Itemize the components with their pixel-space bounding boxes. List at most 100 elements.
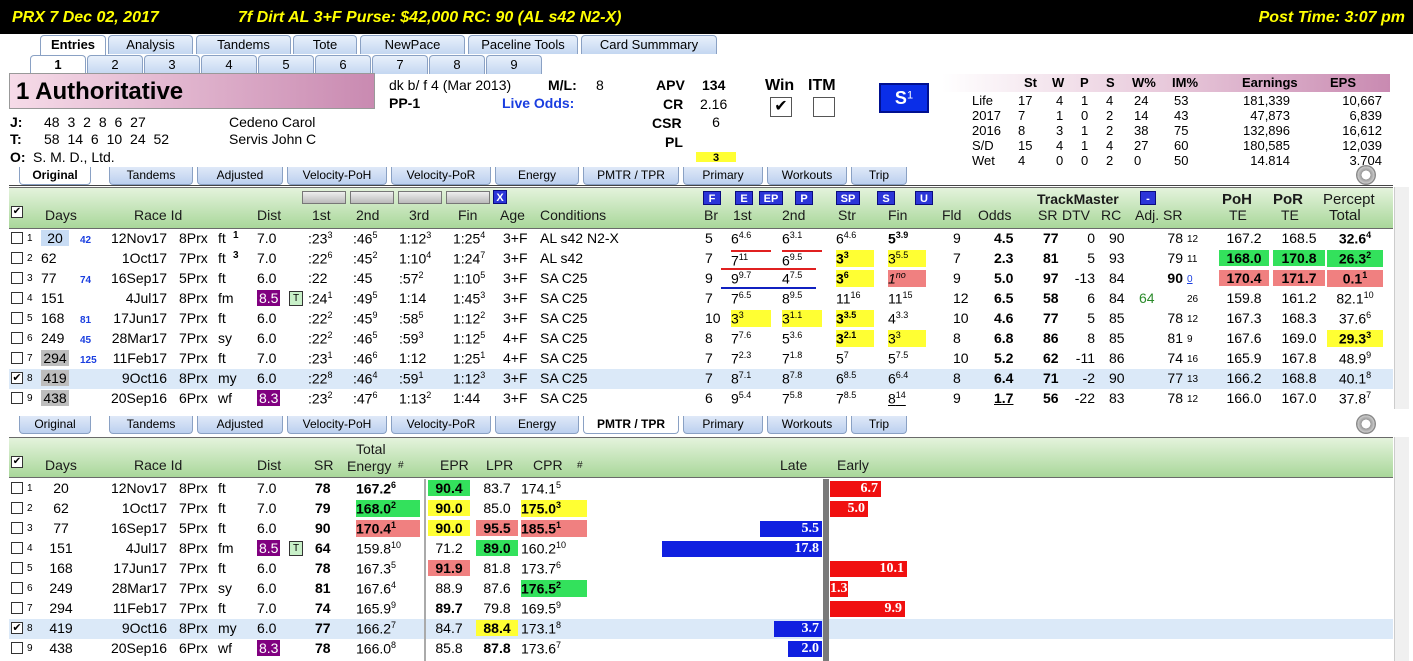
row-checkbox[interactable] bbox=[11, 292, 23, 304]
sort-fin-button[interactable] bbox=[446, 191, 490, 204]
lower-row-2[interactable]: 2 62 1Oct17 7Prx ft 7.0 79 168.02 90.0 85.0 175.03… bbox=[9, 499, 1393, 519]
subtab-velocity-poh[interactable]: Velocity-PoH bbox=[287, 167, 387, 185]
row-checkbox[interactable] bbox=[11, 312, 23, 324]
horse-tab-2[interactable]: 2 bbox=[87, 55, 143, 74]
row-checkbox[interactable] bbox=[11, 502, 23, 514]
row-checkbox[interactable] bbox=[11, 232, 23, 244]
subtab-workouts[interactable]: Workouts bbox=[767, 167, 847, 185]
u-button[interactable]: U bbox=[915, 191, 933, 205]
itm-checkbox[interactable] bbox=[813, 97, 835, 117]
sort-1st-button[interactable] bbox=[302, 191, 346, 204]
main-tab-newpace[interactable]: NewPace bbox=[360, 35, 465, 54]
lower-scrollbar[interactable] bbox=[1394, 437, 1409, 661]
sort-3rd-button[interactable] bbox=[398, 191, 442, 204]
subtab-pmtr-tpr[interactable]: PMTR / TPR bbox=[583, 167, 679, 185]
upper-row-9[interactable]: 9 438 20Sep16 6Prx wf 8.3:232:476 1:132 1:44 3+F… bbox=[9, 389, 1393, 409]
subtab-adjusted[interactable]: Adjusted bbox=[197, 416, 283, 434]
horse-tab-6[interactable]: 6 bbox=[315, 55, 371, 74]
row-checkbox[interactable]: ✔ bbox=[11, 372, 23, 384]
horse-tab-8[interactable]: 8 bbox=[429, 55, 485, 74]
minus-button[interactable]: - bbox=[1140, 191, 1156, 205]
lower-row-4[interactable]: 4 151 4Jul17 8Prx fm 8.5 T 64 159.810 71.2 89.0 160… bbox=[9, 539, 1393, 559]
row-checkbox[interactable]: ✔ bbox=[11, 622, 23, 634]
main-tab-entries[interactable]: Entries bbox=[40, 35, 106, 55]
main-tab-analysis[interactable]: Analysis bbox=[108, 35, 193, 54]
main-tab-tote[interactable]: Tote bbox=[293, 35, 357, 54]
e-button[interactable]: E bbox=[735, 191, 753, 205]
row-checkbox[interactable] bbox=[11, 522, 23, 534]
subtab-pmtr-tpr[interactable]: PMTR / TPR bbox=[583, 416, 679, 434]
lower-row-6[interactable]: 6 249 28Mar17 7Prx sy 6.0 81 167.64 88.9 87.6 176.… bbox=[9, 579, 1393, 599]
subtab-tandems[interactable]: Tandems bbox=[109, 167, 193, 185]
upper-row-5[interactable]: 5 168 81 17Jun17 7Prx ft 6.0:222:459:585 1:122 3… bbox=[9, 309, 1393, 329]
horse-tab-3[interactable]: 3 bbox=[144, 55, 200, 74]
horse-tab-9[interactable]: 9 bbox=[486, 55, 542, 74]
upper-row-3[interactable]: 3 77 74 16Sep17 5Prx ft 6.0:22:45:572 1:105 3+F S… bbox=[9, 269, 1393, 289]
subtab-original[interactable]: Original bbox=[19, 167, 91, 185]
row-checkbox[interactable] bbox=[11, 562, 23, 574]
lower-row-3[interactable]: 3 77 16Sep17 5Prx ft 6.0 90 170.41 90.0 95.5 185.5… bbox=[9, 519, 1393, 539]
sp-button[interactable]: SP bbox=[836, 191, 860, 205]
subtab-energy[interactable]: Energy bbox=[495, 416, 579, 434]
main-tab-paceline-tools[interactable]: Paceline Tools bbox=[468, 35, 578, 54]
row-checkbox[interactable] bbox=[11, 642, 23, 654]
row-checkbox[interactable] bbox=[11, 272, 23, 284]
horse-tab-7[interactable]: 7 bbox=[372, 55, 428, 74]
horse-tab-4[interactable]: 4 bbox=[201, 55, 257, 74]
s-badge-button[interactable]: S1 bbox=[879, 83, 929, 113]
select-all-checkbox[interactable]: ✔ bbox=[11, 456, 23, 468]
subtab-velocity-por[interactable]: Velocity-PoR bbox=[391, 416, 491, 434]
row-checkbox[interactable] bbox=[11, 582, 23, 594]
main-tab-tandems[interactable]: Tandems bbox=[196, 35, 291, 54]
subtab-energy[interactable]: Energy bbox=[495, 167, 579, 185]
main-tab-card-summmary[interactable]: Card Summmary bbox=[581, 35, 717, 54]
lower-row-1[interactable]: 1 20 12Nov17 8Prx ft 7.0 78 167.26 90.4 83.7 174.1… bbox=[9, 479, 1393, 499]
select-all-checkbox[interactable]: ✔ bbox=[11, 206, 23, 218]
upper-row-8[interactable]: ✔ 8 419 9Oct16 8Prx my 6.0:228:464:591 1:123 3+F… bbox=[9, 369, 1393, 389]
subtab-workouts[interactable]: Workouts bbox=[767, 416, 847, 434]
subtab-tandems[interactable]: Tandems bbox=[109, 416, 193, 434]
ep-button[interactable]: EP bbox=[759, 191, 783, 205]
subtab-velocity-poh[interactable]: Velocity-PoH bbox=[287, 416, 387, 434]
days-gap: 42 bbox=[80, 235, 91, 246]
row-checkbox[interactable] bbox=[11, 332, 23, 344]
row-checkbox[interactable] bbox=[11, 482, 23, 494]
upper-row-7[interactable]: 7 294 125 11Feb17 7Prx ft 7.0:231:466 1:12 1:251… bbox=[9, 349, 1393, 369]
horse-tab-1[interactable]: 1 bbox=[30, 55, 86, 75]
row-checkbox[interactable] bbox=[11, 542, 23, 554]
sort-2nd-button[interactable] bbox=[350, 191, 394, 204]
upper-row-1[interactable]: 1 20 42 12Nov17 8Prx ft 1 7.0:233:465 1:123 1:254… bbox=[9, 229, 1393, 249]
upper-row-4[interactable]: 4 151 4Jul17 8Prx fm 8.5 T:241:495 1:14 1:453 3+F… bbox=[9, 289, 1393, 309]
lower-row-9[interactable]: 9 438 20Sep16 6Prx wf 8.3 78 166.08 85.8 87.8 173.… bbox=[9, 639, 1393, 659]
subtab-trip[interactable]: Trip bbox=[851, 167, 907, 185]
upper-row-6[interactable]: 6 249 45 28Mar17 7Prx sy 6.0:222:465:593 1:125 4… bbox=[9, 329, 1393, 349]
row-checkbox[interactable] bbox=[11, 252, 23, 264]
subtab-original[interactable]: Original bbox=[19, 416, 91, 434]
dtv: 0 bbox=[1069, 230, 1095, 246]
horse-tab-5[interactable]: 5 bbox=[258, 55, 314, 74]
f-button[interactable]: F bbox=[703, 191, 721, 205]
row-checkbox[interactable] bbox=[11, 352, 23, 364]
subtab-primary[interactable]: Primary bbox=[683, 167, 763, 185]
s-button[interactable]: S bbox=[877, 191, 895, 205]
x-button[interactable]: X bbox=[493, 190, 507, 204]
upper-scrollbar[interactable] bbox=[1394, 187, 1409, 409]
frac-2nd-sup: 6 bbox=[372, 350, 378, 360]
upper-row-2[interactable]: 2 62 1Oct17 7Prx ft 3 7.0:226:452 1:104 1:247 3+F… bbox=[9, 249, 1393, 269]
lower-row-5[interactable]: 5 168 17Jun17 7Prx ft 6.0 78 167.35 91.9 81.8 173.… bbox=[9, 559, 1393, 579]
gear-icon[interactable] bbox=[1356, 165, 1376, 185]
row-checkbox[interactable] bbox=[11, 392, 23, 404]
subtab-primary[interactable]: Primary bbox=[683, 416, 763, 434]
lower-row-8[interactable]: ✔ 8 419 9Oct16 8Prx my 6.0 77 166.27 84.7 88.4 173.… bbox=[9, 619, 1393, 639]
call-fin-value: 5 bbox=[888, 350, 896, 367]
subtab-adjusted[interactable]: Adjusted bbox=[197, 167, 283, 185]
subtab-trip[interactable]: Trip bbox=[851, 416, 907, 434]
subtab-velocity-por[interactable]: Velocity-PoR bbox=[391, 167, 491, 185]
percept-total: 37.66 bbox=[1327, 310, 1383, 327]
p-button[interactable]: P bbox=[795, 191, 813, 205]
win-checkbox[interactable]: ✔ bbox=[770, 97, 792, 117]
lpr-value: 79.8 bbox=[483, 600, 511, 616]
gear-icon[interactable] bbox=[1356, 414, 1376, 434]
lower-row-7[interactable]: 7 294 11Feb17 7Prx ft 7.0 74 165.99 89.7 79.8 169.… bbox=[9, 599, 1393, 619]
row-checkbox[interactable] bbox=[11, 602, 23, 614]
